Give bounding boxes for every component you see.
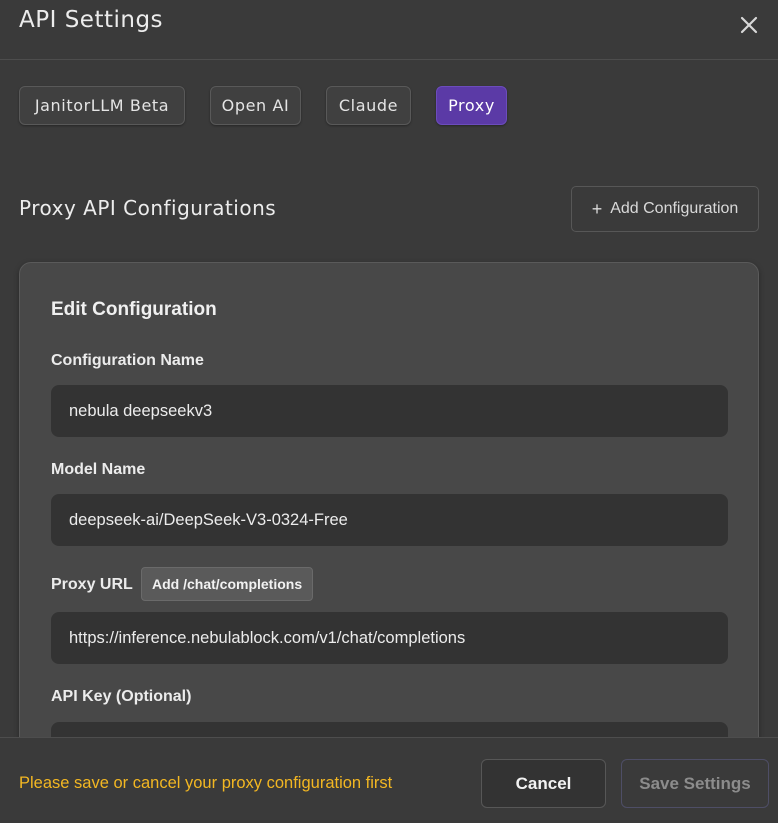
cancel-button[interactable]: Cancel [481,759,606,808]
plus-icon: + [591,199,603,219]
add-configuration-label: Add Configuration [610,200,739,217]
close-button[interactable] [736,12,762,38]
unsaved-warning: Please save or cancel your proxy configu… [19,774,393,792]
save-settings-button[interactable]: Save Settings [621,759,769,808]
modal-footer: Please save or cancel your proxy configu… [0,737,778,823]
model-name-input[interactable] [51,494,728,546]
configuration-name-input[interactable] [51,385,728,437]
model-name-label: Model Name [51,461,146,478]
proxy-url-input[interactable] [51,612,728,664]
edit-configuration-card: Edit Configuration Configuration Name Mo… [19,262,759,774]
add-chat-completions-button[interactable]: Add /chat/completions [141,567,314,601]
configuration-name-label: Configuration Name [51,352,204,369]
add-configuration-button[interactable]: + Add Configuration [571,186,759,232]
tab-claude[interactable]: Claude [326,86,411,125]
modal-header: API Settings [0,0,778,60]
tab-open-ai[interactable]: Open AI [210,86,301,125]
api-key-label: API Key (Optional) [51,688,192,705]
tab-proxy[interactable]: Proxy [436,86,507,125]
api-settings-modal: API Settings JanitorLLM Beta Open AI Cla… [0,0,778,823]
section-title: Proxy API Configurations [19,196,277,220]
tab-janitorllm-beta[interactable]: JanitorLLM Beta [19,86,185,125]
modal-title: API Settings [19,7,164,33]
card-title: Edit Configuration [51,299,217,320]
proxy-url-label: Proxy URL [51,576,133,593]
close-icon [740,16,758,34]
